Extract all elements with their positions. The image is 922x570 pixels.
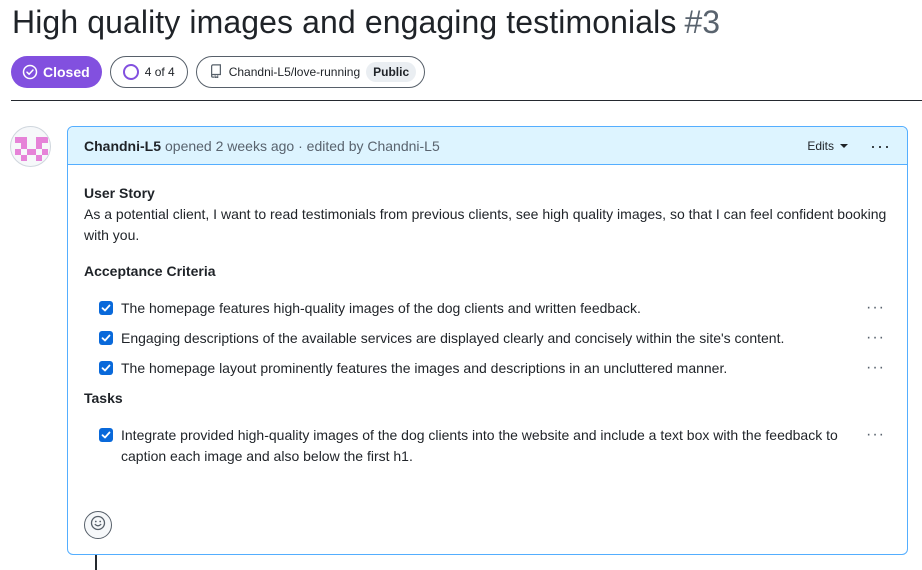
timeline-connector — [95, 555, 97, 570]
repo-link[interactable]: Chandni-L5/love-running Public — [195, 56, 426, 88]
list-item: Integrate provided high-quality images o… — [84, 425, 891, 467]
avatar[interactable] — [10, 126, 51, 167]
edits-label: Edits — [807, 138, 835, 153]
visibility-badge: Public — [366, 62, 417, 82]
issue-title-row: High quality images and engaging testimo… — [12, 4, 720, 41]
add-reaction-button[interactable] — [84, 511, 112, 539]
list-item: The homepage features high-quality image… — [84, 298, 891, 319]
list-item: Engaging descriptions of the available s… — [84, 328, 891, 349]
progress-label: 4 of 4 — [144, 65, 175, 79]
smiley-icon — [90, 515, 106, 536]
task-text: Engaging descriptions of the available s… — [121, 330, 785, 346]
state-label: Closed — [43, 64, 90, 80]
sub-issues-progress[interactable]: 4 of 4 — [109, 56, 188, 88]
state-badge: Closed — [11, 56, 102, 88]
tasks-heading: Tasks — [84, 390, 123, 406]
issue-title: High quality images and engaging testimo… — [12, 4, 677, 40]
task-more-button[interactable]: ··· — [866, 424, 885, 445]
story-heading: User Story — [84, 185, 155, 201]
criteria-heading: Acceptance Criteria — [84, 263, 216, 279]
progress-ring-icon — [122, 64, 139, 80]
edits-dropdown[interactable]: Edits — [807, 138, 849, 153]
chevron-down-icon — [840, 143, 849, 148]
criteria-list: The homepage features high-quality image… — [84, 298, 891, 379]
comment-author[interactable]: Chandni-L5 — [84, 138, 161, 154]
comment-header-actions: Edits ··· — [807, 137, 891, 155]
tasks-list: Integrate provided high-quality images o… — [84, 425, 891, 467]
task-text: Integrate provided high-quality images o… — [121, 427, 838, 464]
header-divider — [11, 100, 922, 101]
task-more-button[interactable]: ··· — [866, 327, 885, 348]
task-text: The homepage features high-quality image… — [121, 300, 641, 316]
task-checkbox[interactable] — [99, 301, 113, 315]
issue-comment: Chandni-L5 opened 2 weeks ago · edited b… — [67, 126, 908, 555]
task-text: The homepage layout prominently features… — [121, 360, 728, 376]
issue-number: #3 — [684, 4, 721, 40]
issue-meta-row: Closed 4 of 4 Chandni-L5/love-running Pu… — [11, 56, 426, 88]
comment-header: Chandni-L5 opened 2 weeks ago · edited b… — [68, 127, 907, 165]
story-text: As a potential client, I want to read te… — [84, 206, 887, 243]
comment-body: User Story As a potential client, I want… — [68, 165, 907, 467]
list-item: The homepage layout prominently features… — [84, 358, 891, 379]
comment-activity: opened 2 weeks ago · edited by Chandni-L… — [165, 137, 440, 154]
check-circle-icon — [22, 64, 38, 80]
task-checkbox[interactable] — [99, 361, 113, 375]
task-checkbox[interactable] — [99, 428, 113, 442]
comment-more-button[interactable]: ··· — [870, 137, 891, 155]
task-checkbox[interactable] — [99, 331, 113, 345]
repo-label: Chandni-L5/love-running — [228, 65, 361, 79]
task-more-button[interactable]: ··· — [866, 357, 885, 378]
repo-icon — [209, 63, 223, 81]
task-more-button[interactable]: ··· — [866, 297, 885, 318]
